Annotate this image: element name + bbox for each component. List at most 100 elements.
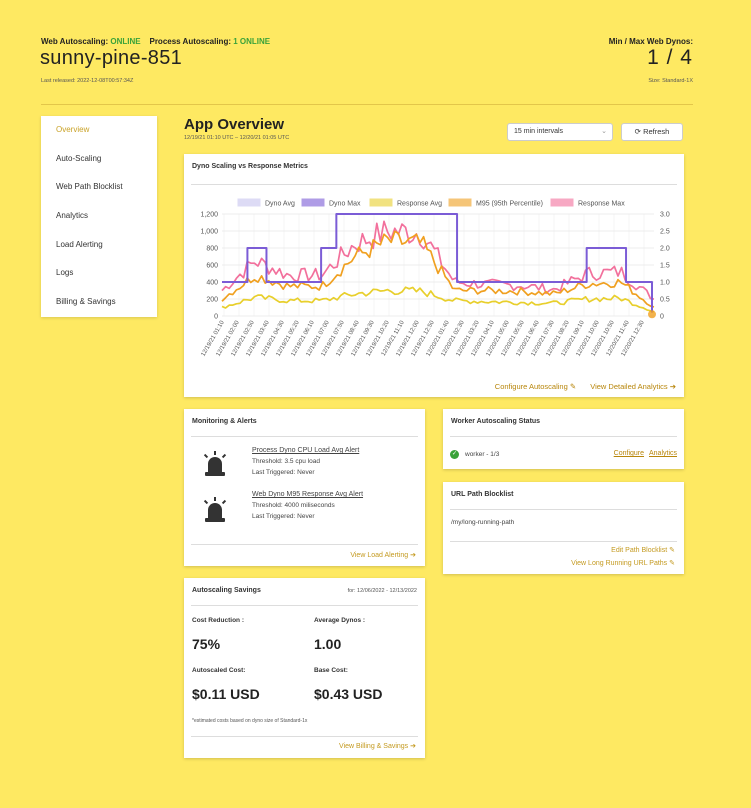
legend-label: Dyno Max — [329, 201, 361, 208]
check-icon: ✓ — [450, 450, 459, 459]
view-long-running-link[interactable]: View Long Running URL Paths ✎ — [571, 559, 675, 567]
legend-label: M95 (95th Percentile) — [476, 201, 543, 208]
refresh-label: Refresh — [643, 127, 670, 136]
y-right-tick-label: 1.0 — [660, 280, 670, 287]
sidebar-item-load-alerting[interactable]: Load Alerting — [41, 231, 157, 260]
y-left-tick-label: 1,200 — [200, 212, 218, 219]
divider — [191, 605, 418, 606]
alert-last-triggered: Last Triggered: Never — [252, 513, 315, 520]
autoscaled-cost-value: $0.11 USD — [192, 686, 260, 702]
chart-card: Dyno Scaling vs Response Metrics 0 200 400… — [184, 154, 684, 397]
header-divider — [41, 104, 693, 105]
view-analytics-label: View Detailed Analytics — [590, 382, 668, 391]
worker-links: Configure Analytics — [614, 450, 677, 457]
view-analytics-link[interactable]: View Detailed Analytics ➔ — [584, 382, 676, 391]
url-blocklist-title: URL Path Blocklist — [451, 491, 514, 498]
alert-threshold: Threshold: 3.5 cpu load — [252, 458, 320, 465]
chart-title: Dyno Scaling vs Response Metrics — [192, 163, 308, 170]
process-autoscaling-status: 1 ONLINE — [233, 37, 271, 46]
divider — [191, 436, 418, 437]
sidebar-item-logs[interactable]: Logs — [41, 259, 157, 288]
y-right-tick-label: 1.5 — [660, 263, 670, 270]
edit-path-blocklist-link[interactable]: Edit Path Blocklist ✎ — [611, 546, 675, 554]
end-point-marker — [648, 310, 656, 319]
cost-reduction-label: Cost Reduction : — [192, 617, 244, 624]
avg-dynos-value: 1.00 — [314, 636, 342, 652]
legend-swatch — [369, 198, 393, 207]
blocked-path: /my/long-running-path — [451, 519, 515, 526]
worker-name: worker - 1/3 — [465, 451, 500, 458]
view-billing-link[interactable]: View Billing & Savings ➔ — [339, 742, 416, 750]
view-load-alerting-label: View Load Alerting — [350, 552, 409, 559]
savings-card: Autoscaling Savings for: 12/06/2022 - 12… — [184, 578, 425, 758]
sidebar-item-analytics[interactable]: Analytics — [41, 202, 157, 231]
refresh-icon: ⟳ — [634, 127, 641, 136]
legend-label: Response Avg — [397, 201, 442, 208]
view-long-running-label: View Long Running URL Paths — [571, 560, 668, 567]
y-right-tick-label: 2.0 — [660, 246, 670, 253]
legend-swatch — [301, 198, 325, 207]
sidebar-item-web-path-blocklist[interactable]: Web Path Blocklist — [41, 173, 157, 202]
sidebar-item-overview[interactable]: Overview — [41, 116, 157, 145]
base-cost-value: $0.43 USD — [314, 686, 383, 702]
y-left-tick-label: 800 — [206, 246, 218, 253]
monitoring-title: Monitoring & Alerts — [192, 418, 257, 425]
monitoring-card: Monitoring & Alerts Process Dyno CPU Loa… — [184, 409, 425, 566]
worker-configure-link[interactable]: Configure — [614, 450, 644, 457]
alert-link[interactable]: Process Dyno CPU Load Avg Alert — [252, 447, 359, 454]
dyno-size: Size: Standard-1X — [648, 78, 693, 84]
page-title: App Overview — [184, 116, 285, 133]
alert-link[interactable]: Web Dyno M95 Response Avg Alert — [252, 491, 363, 498]
legend-label: Response Max — [578, 201, 625, 208]
alert-item: Process Dyno CPU Load Avg Alert Threshol… — [252, 447, 359, 476]
y-right-tick-label: 0.5 — [660, 297, 670, 304]
y-left-tick-label: 0 — [214, 314, 218, 321]
legend-label: Dyno Avg — [265, 201, 295, 208]
divider — [191, 544, 418, 545]
savings-range: for: 12/06/2022 - 12/13/2022 — [347, 588, 417, 594]
page-date-range: 12/19/21 01:10 UTC – 12/20/21 01:05 UTC — [184, 135, 290, 141]
configure-autoscaling-label: Configure Autoscaling — [494, 382, 568, 391]
refresh-button[interactable]: ⟳ Refresh — [621, 123, 683, 141]
dynos-label: Min / Max Web Dynos: — [608, 37, 693, 46]
autoscaling-status: Web Autoscaling: ONLINE Process Autoscal… — [41, 37, 270, 46]
dynos-value: 1 / 4 — [647, 46, 693, 69]
alarm-icon — [202, 497, 228, 528]
edit-path-blocklist-label: Edit Path Blocklist — [611, 547, 668, 554]
y-right-tick-label: 2.5 — [660, 229, 670, 236]
base-cost-label: Base Cost: — [314, 667, 348, 674]
sidebar-item-auto-scaling[interactable]: Auto-Scaling — [41, 145, 157, 174]
last-released: Last released: 2022-12-08T00:57:34Z — [41, 78, 134, 84]
y-left-tick-label: 600 — [206, 263, 218, 270]
view-billing-label: View Billing & Savings — [339, 743, 409, 750]
interval-select[interactable]: 15 min intervals ⌄ — [507, 123, 613, 141]
worker-analytics-link[interactable]: Analytics — [649, 450, 677, 457]
alert-item: Web Dyno M95 Response Avg Alert Threshol… — [252, 491, 363, 520]
y-left-tick-label: 1,000 — [200, 229, 218, 236]
web-autoscaling-label: Web Autoscaling: — [41, 37, 109, 46]
dyno-response-chart: 0 200 400 600 800 1,000 1,200 0 0.5 1.0 1.5 2.0 2.5 3… — [200, 198, 670, 358]
sidebar-item-billing[interactable]: Billing & Savings — [41, 288, 157, 317]
alert-threshold: Threshold: 4000 miliseconds — [252, 502, 335, 509]
view-load-alerting-link[interactable]: View Load Alerting ➔ — [350, 551, 416, 559]
app-name: sunny-pine-851 — [40, 47, 183, 69]
legend-swatch — [448, 198, 472, 207]
avg-dynos-label: Average Dynos : — [314, 617, 366, 624]
divider — [450, 509, 677, 510]
configure-autoscaling-link[interactable]: Configure Autoscaling ✎ — [489, 382, 576, 391]
url-blocklist-card: URL Path Blocklist /my/long-running-path… — [443, 482, 684, 574]
cost-reduction-value: 75% — [192, 636, 221, 652]
sidebar: Overview Auto-Scaling Web Path Blocklist… — [41, 116, 157, 317]
y-right-tick-label: 3.0 — [660, 212, 670, 219]
worker-title: Worker Autoscaling Status — [451, 418, 541, 425]
response-avg-line — [221, 286, 655, 313]
legend-swatch — [237, 198, 261, 207]
y-right-tick-label: 0 — [660, 314, 664, 321]
divider — [450, 436, 677, 437]
process-autoscaling-label: Process Autoscaling: — [149, 37, 231, 46]
chevron-down-icon: ⌄ — [601, 128, 607, 135]
chart-footer: Configure Autoscaling ✎ View Detailed An… — [483, 382, 676, 391]
savings-note: *estimated costs based on dyno size of S… — [192, 718, 308, 724]
divider — [450, 541, 677, 542]
legend-swatch — [550, 198, 574, 207]
